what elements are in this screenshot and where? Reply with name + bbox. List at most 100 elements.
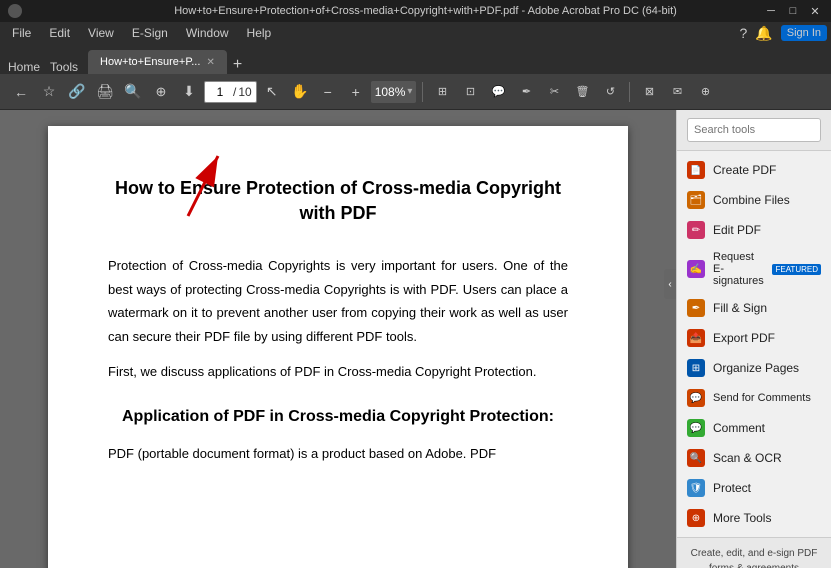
top-right-controls: ? 🔔 Sign In <box>740 25 827 42</box>
tool-combine-files[interactable]: 🗂 Combine Files <box>677 185 831 215</box>
comment-button[interactable]: 💬 <box>485 79 511 105</box>
menu-bar: File Edit View E-Sign Window Help ? 🔔 Si… <box>0 22 831 44</box>
fit-page-button[interactable]: ⊞ <box>429 79 455 105</box>
tool-more-tools[interactable]: ⊕ More Tools <box>677 503 831 533</box>
zoom-control[interactable]: 108% ▾ <box>371 81 417 103</box>
help-icon[interactable]: ? <box>740 25 748 41</box>
tool-edit-pdf[interactable]: ✏ Edit PDF <box>677 215 831 245</box>
pdf-viewer[interactable]: How to Ensure Protection of Cross-media … <box>0 110 676 568</box>
close-button[interactable]: ✕ <box>807 5 823 18</box>
combine-files-icon: 🗂 <box>687 191 705 209</box>
tool-combine-files-label: Combine Files <box>713 193 790 207</box>
tool-export-pdf[interactable]: 📤 Export PDF <box>677 323 831 353</box>
menu-help[interactable]: Help <box>239 24 280 42</box>
tools-toggle-button[interactable]: ⊡ <box>457 79 483 105</box>
menu-esign[interactable]: E-Sign <box>124 24 176 42</box>
tool-comment-label: Comment <box>713 421 765 435</box>
tool-protect[interactable]: 🛡 Protect <box>677 473 831 503</box>
tool-export-pdf-label: Export PDF <box>713 331 775 345</box>
home-item[interactable]: Home <box>8 60 40 74</box>
menu-view[interactable]: View <box>80 24 122 42</box>
window-controls: ─ □ ✕ <box>763 5 823 18</box>
pdf-title: How to Ensure Protection of Cross-media … <box>108 176 568 226</box>
zoom-out-button[interactable]: 🔍 <box>120 79 146 105</box>
tool-organize-pages-label: Organize Pages <box>713 361 799 375</box>
pdf-paragraph-1: Protection of Cross-media Copyrights is … <box>108 254 568 348</box>
tool-request-esignatures-label: Request E-signatures <box>713 251 764 287</box>
sign-in-button[interactable]: Sign In <box>781 25 827 41</box>
tool-comment[interactable]: 💬 Comment <box>677 413 831 443</box>
tools-item[interactable]: Tools <box>50 60 78 74</box>
main-content: How to Ensure Protection of Cross-media … <box>0 110 831 568</box>
tab-close-button[interactable]: ✕ <box>206 57 214 68</box>
toolbar: ← ☆ 🔗 🖨 🔍 ⊕ ⬇ 1 / 10 ↖ ✋ − + 108% ▾ ⊞ ⊡ … <box>0 74 831 110</box>
protect-icon: 🛡 <box>687 479 705 497</box>
tool-fill-sign[interactable]: ✒ Fill & Sign <box>677 293 831 323</box>
email-button[interactable]: ✉ <box>664 79 690 105</box>
create-link-button[interactable]: 🔗 <box>64 79 90 105</box>
tool-request-esignatures[interactable]: ✍ Request E-signatures FEATURED <box>677 245 831 293</box>
pdf-body: Protection of Cross-media Copyrights is … <box>108 254 568 465</box>
delete-button[interactable]: 🗑 <box>569 79 595 105</box>
refresh-button[interactable]: ↺ <box>597 79 623 105</box>
pdf-paragraph-3: PDF (portable document format) is a prod… <box>108 442 568 465</box>
page-number-input[interactable]: 1 <box>209 85 231 99</box>
back-button[interactable]: ← <box>8 79 34 105</box>
right-panel: 📄 Create PDF 🗂 Combine Files ✏ Edit PDF … <box>676 110 831 568</box>
tool-scan-ocr[interactable]: 🔍 Scan & OCR <box>677 443 831 473</box>
tool-organize-pages[interactable]: ⊞ Organize Pages <box>677 353 831 383</box>
tab-bar: Home Tools How+to+Ensure+P... ✕ + <box>0 44 831 74</box>
crop-button[interactable]: ✂ <box>541 79 567 105</box>
bottom-promo: Create, edit, and e-sign PDF forms & agr… <box>677 537 831 568</box>
edit-pdf-icon: ✏ <box>687 221 705 239</box>
title-bar: How+to+Ensure+Protection+of+Cross-media+… <box>0 0 831 22</box>
request-esignatures-icon: ✍ <box>687 260 705 278</box>
help-circle-button[interactable]: ⊕ <box>148 79 174 105</box>
pdf-subtitle: Application of PDF in Cross-media Copyri… <box>108 403 568 432</box>
maximize-button[interactable]: □ <box>785 5 801 18</box>
new-tab-button[interactable]: + <box>233 56 242 74</box>
minimize-button[interactable]: ─ <box>763 5 779 18</box>
zoom-plus-button[interactable]: + <box>343 79 369 105</box>
bookmark-button[interactable]: ☆ <box>36 79 62 105</box>
tools-list: 📄 Create PDF 🗂 Combine Files ✏ Edit PDF … <box>677 151 831 537</box>
scan-ocr-icon: 🔍 <box>687 449 705 467</box>
tool-scan-ocr-label: Scan & OCR <box>713 451 782 465</box>
organize-pages-icon: ⊞ <box>687 359 705 377</box>
share-button[interactable]: ⊠ <box>636 79 662 105</box>
export-pdf-icon: 📤 <box>687 329 705 347</box>
zoom-minus-button[interactable]: − <box>315 79 341 105</box>
print-button[interactable]: 🖨 <box>92 79 118 105</box>
more-tools-icon: ⊕ <box>687 509 705 527</box>
more-button[interactable]: ⊕ <box>692 79 718 105</box>
comment-icon: 💬 <box>687 419 705 437</box>
menu-file[interactable]: File <box>4 24 39 42</box>
right-panel-header <box>677 110 831 151</box>
tab-pdf[interactable]: How+to+Ensure+P... ✕ <box>88 50 227 74</box>
featured-badge: FEATURED <box>772 264 821 275</box>
promo-text: Create, edit, and e-sign PDF forms & agr… <box>691 548 818 568</box>
cursor-tool[interactable]: ↖ <box>259 79 285 105</box>
page-navigation: 1 / 10 <box>204 81 257 103</box>
search-tools-input[interactable] <box>687 118 821 142</box>
page-total: 10 <box>238 85 251 99</box>
hand-tool[interactable]: ✋ <box>287 79 313 105</box>
notification-icon[interactable]: 🔔 <box>755 25 772 42</box>
tab-label: How+to+Ensure+P... <box>100 56 200 68</box>
page-separator: / <box>233 85 236 99</box>
download-button[interactable]: ⬇ <box>176 79 202 105</box>
tool-create-pdf[interactable]: 📄 Create PDF <box>677 155 831 185</box>
tool-send-comments[interactable]: 💬 Send for Comments <box>677 383 831 413</box>
tool-edit-pdf-label: Edit PDF <box>713 223 761 237</box>
send-comments-icon: 💬 <box>687 389 705 407</box>
menu-window[interactable]: Window <box>178 24 237 42</box>
window-title: How+to+Ensure+Protection+of+Cross-media+… <box>88 5 763 17</box>
tool-fill-sign-label: Fill & Sign <box>713 301 767 315</box>
tool-send-comments-label: Send for Comments <box>713 392 811 404</box>
tool-protect-label: Protect <box>713 481 751 495</box>
signature-button[interactable]: ✒ <box>513 79 539 105</box>
menu-edit[interactable]: Edit <box>41 24 78 42</box>
tool-more-tools-label: More Tools <box>713 511 771 525</box>
panel-expand-arrow[interactable]: ‹ <box>664 269 676 299</box>
create-pdf-icon: 📄 <box>687 161 705 179</box>
